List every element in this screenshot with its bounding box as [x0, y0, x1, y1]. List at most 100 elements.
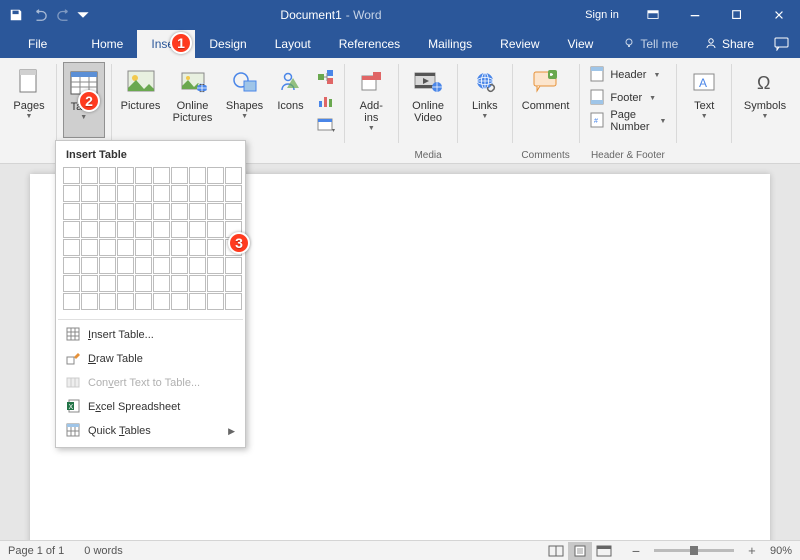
table-grid-cell[interactable]	[99, 203, 116, 220]
table-grid-cell[interactable]	[153, 185, 170, 202]
table-grid-cell[interactable]	[63, 275, 80, 292]
table-grid-cell[interactable]	[99, 239, 116, 256]
qat-customize-button[interactable]	[76, 1, 90, 29]
undo-button[interactable]	[28, 1, 52, 29]
zoom-level[interactable]: 90%	[770, 545, 792, 557]
table-grid-cell[interactable]	[117, 167, 134, 184]
table-grid-cell[interactable]	[189, 203, 206, 220]
table-grid-cell[interactable]	[117, 239, 134, 256]
table-grid-cell[interactable]	[117, 293, 134, 310]
menu-excel-spreadsheet[interactable]: XExcel Spreadsheet	[56, 395, 245, 419]
table-grid-cell[interactable]	[189, 221, 206, 238]
save-button[interactable]	[4, 1, 28, 29]
tab-file[interactable]: File	[12, 30, 63, 58]
web-layout-button[interactable]	[592, 542, 616, 560]
table-grid-cell[interactable]	[135, 293, 152, 310]
tab-references[interactable]: References	[325, 30, 414, 58]
table-grid-cell[interactable]	[153, 239, 170, 256]
table-grid-cell[interactable]	[153, 167, 170, 184]
pages-button[interactable]: Pages▼	[8, 62, 50, 138]
status-page[interactable]: Page 1 of 1	[8, 545, 64, 557]
addins-button[interactable]: Add- ins▼	[350, 62, 392, 138]
feedback-button[interactable]	[764, 30, 800, 58]
menu-quick-tables[interactable]: Quick Tables▶	[56, 419, 245, 443]
table-grid-cell[interactable]	[81, 185, 98, 202]
table-grid-cell[interactable]	[81, 167, 98, 184]
table-grid-cell[interactable]	[117, 257, 134, 274]
table-grid-cell[interactable]	[117, 221, 134, 238]
page-number-button[interactable]: #Page Number▼	[585, 110, 670, 132]
sign-in-button[interactable]: Sign in	[572, 0, 632, 30]
zoom-out-button[interactable]: −	[624, 542, 648, 560]
table-grid-cell[interactable]	[207, 185, 224, 202]
chart-button[interactable]	[314, 90, 338, 112]
table-grid-cell[interactable]	[153, 221, 170, 238]
table-grid-cell[interactable]	[207, 221, 224, 238]
close-button[interactable]	[758, 0, 800, 30]
table-grid-cell[interactable]	[135, 257, 152, 274]
table-grid-cell[interactable]	[207, 239, 224, 256]
zoom-slider[interactable]	[654, 549, 734, 552]
table-grid-cell[interactable]	[117, 275, 134, 292]
tab-design[interactable]: Design	[195, 30, 260, 58]
table-grid-cell[interactable]	[135, 185, 152, 202]
table-grid-cell[interactable]	[207, 203, 224, 220]
minimize-button[interactable]	[674, 0, 716, 30]
table-grid-cell[interactable]	[99, 185, 116, 202]
symbols-button[interactable]: Ω Symbols▼	[738, 62, 792, 138]
table-grid-cell[interactable]	[81, 203, 98, 220]
table-grid-cell[interactable]	[81, 293, 98, 310]
tab-layout[interactable]: Layout	[261, 30, 325, 58]
screenshot-button[interactable]: ▾	[314, 114, 338, 136]
tab-mailings[interactable]: Mailings	[414, 30, 486, 58]
table-grid-cell[interactable]	[225, 293, 242, 310]
online-video-button[interactable]: OnlineVideo	[405, 62, 451, 138]
table-grid-cell[interactable]	[171, 239, 188, 256]
table-grid-cell[interactable]	[153, 275, 170, 292]
table-grid-cell[interactable]	[189, 275, 206, 292]
tab-view[interactable]: View	[554, 30, 608, 58]
comment-button[interactable]: Comment	[519, 62, 573, 138]
table-grid-cell[interactable]	[225, 275, 242, 292]
table-size-grid[interactable]	[56, 167, 245, 316]
table-grid-cell[interactable]	[153, 203, 170, 220]
table-grid-cell[interactable]	[99, 257, 116, 274]
table-grid-cell[interactable]	[117, 185, 134, 202]
footer-button[interactable]: Footer▼	[585, 87, 670, 109]
online-pictures-button[interactable]: OnlinePictures	[166, 62, 220, 138]
read-mode-button[interactable]	[544, 542, 568, 560]
table-grid-cell[interactable]	[225, 167, 242, 184]
tell-me-search[interactable]: Tell me	[613, 30, 688, 58]
table-grid-cell[interactable]	[189, 293, 206, 310]
table-grid-cell[interactable]	[225, 185, 242, 202]
table-grid-cell[interactable]	[153, 257, 170, 274]
menu-draw-table[interactable]: Draw Table	[56, 347, 245, 371]
table-grid-cell[interactable]	[63, 167, 80, 184]
table-grid-cell[interactable]	[135, 221, 152, 238]
table-grid-cell[interactable]	[171, 257, 188, 274]
text-button[interactable]: A Text▼	[683, 62, 725, 138]
share-button[interactable]: Share	[695, 30, 764, 58]
icons-button[interactable]: Icons	[270, 62, 312, 138]
table-grid-cell[interactable]	[63, 185, 80, 202]
table-grid-cell[interactable]	[63, 257, 80, 274]
table-grid-cell[interactable]	[81, 221, 98, 238]
table-grid-cell[interactable]	[189, 167, 206, 184]
table-grid-cell[interactable]	[207, 275, 224, 292]
table-grid-cell[interactable]	[117, 203, 134, 220]
status-words[interactable]: 0 words	[84, 545, 123, 557]
table-grid-cell[interactable]	[99, 167, 116, 184]
table-grid-cell[interactable]	[99, 293, 116, 310]
tab-review[interactable]: Review	[486, 30, 553, 58]
table-grid-cell[interactable]	[153, 293, 170, 310]
table-grid-cell[interactable]	[81, 239, 98, 256]
table-grid-cell[interactable]	[189, 185, 206, 202]
table-grid-cell[interactable]	[135, 167, 152, 184]
table-grid-cell[interactable]	[135, 203, 152, 220]
smartart-button[interactable]	[314, 66, 338, 88]
table-grid-cell[interactable]	[171, 275, 188, 292]
redo-button[interactable]	[52, 1, 76, 29]
table-grid-cell[interactable]	[171, 203, 188, 220]
table-grid-cell[interactable]	[63, 239, 80, 256]
table-grid-cell[interactable]	[99, 275, 116, 292]
